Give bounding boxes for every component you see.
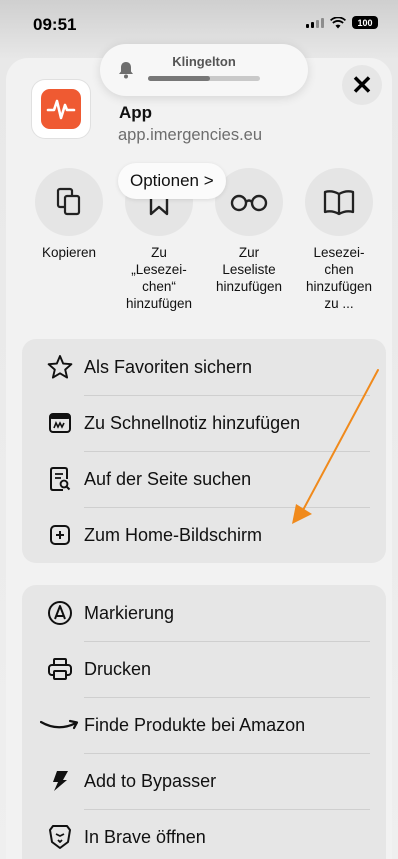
- cellular-signal-icon: [306, 17, 324, 28]
- menu-item-find-on-page[interactable]: Auf der Seite suchen: [22, 451, 386, 507]
- menu-item-label: In Brave öffnen: [84, 826, 206, 847]
- menu-item-quick-note[interactable]: Zu Schnellnotiz hinzufügen: [22, 395, 386, 451]
- menu-item-label: Finde Produkte bei Amazon: [84, 714, 306, 735]
- amazon-icon: [40, 719, 79, 730]
- menu-item-add-to-home-screen[interactable]: Zum Home-Bildschirm: [22, 507, 386, 563]
- copy-icon: [56, 187, 81, 216]
- find-in-page-icon: [50, 467, 71, 491]
- add-square-icon: [50, 525, 70, 545]
- menu-group-primary: Als Favoriten sichern Zu Schnellnotiz hi…: [22, 339, 386, 563]
- ringer-label: Klingelton: [172, 54, 236, 69]
- menu-item-label: Add to Bypasser: [84, 770, 217, 791]
- action-bookmark-to[interactable]: Lesezei- chen hinzufügen zu ...: [294, 168, 384, 312]
- quick-note-icon: [49, 413, 71, 433]
- app-name: App: [119, 103, 153, 122]
- share-sheet: App app.imergencies.eu ✕ Optionen > Kopi…: [6, 58, 392, 859]
- glasses-icon: [230, 194, 268, 212]
- ringer-volume-bar: [148, 76, 260, 81]
- menu-item-label: Markierung: [84, 602, 175, 623]
- menu-item-markup[interactable]: Markierung: [22, 585, 386, 641]
- menu-item-add-favorite[interactable]: Als Favoriten sichern: [22, 339, 386, 395]
- menu-item-label: Drucken: [84, 658, 152, 679]
- action-copy[interactable]: Kopieren: [24, 168, 114, 312]
- menu-item-amazon[interactable]: Finde Produkte bei Amazon: [22, 697, 386, 753]
- action-label: Kopieren: [41, 245, 97, 260]
- app-icon: [32, 80, 90, 138]
- battery-icon: 100: [352, 16, 378, 29]
- action-label: Zu „Lesezei- chen“ hinzufügen: [125, 245, 193, 311]
- menu-item-label: Zum Home-Bildschirm: [84, 524, 263, 545]
- bypasser-icon: [53, 771, 68, 791]
- status-time: 09:51: [33, 15, 77, 34]
- ringer-volume-fill: [148, 76, 210, 81]
- markup-icon: [48, 601, 72, 625]
- menu-item-label: Als Favoriten sichern: [84, 356, 253, 377]
- action-label: Zur Leseliste hinzufügen: [215, 245, 283, 294]
- book-icon: [323, 190, 355, 216]
- menu-item-print[interactable]: Drucken: [22, 641, 386, 697]
- menu-group-extensions: Markierung Drucken Finde Produkte bei Am…: [22, 585, 386, 859]
- menu-item-label: Zu Schnellnotiz hinzufügen: [84, 412, 301, 433]
- brave-icon: [49, 825, 71, 849]
- ringer-volume-hud: Klingelton: [100, 44, 308, 96]
- heartbeat-icon: [46, 99, 76, 120]
- printer-icon: [48, 658, 72, 680]
- close-icon: ✕: [351, 69, 373, 100]
- wifi-icon: [330, 16, 346, 28]
- action-label: Lesezei- chen hinzufügen zu ...: [305, 245, 373, 311]
- menu-item-brave[interactable]: In Brave öffnen: [22, 809, 386, 859]
- options-button[interactable]: Optionen >: [118, 163, 226, 199]
- status-bar: 09:51 100: [0, 0, 398, 40]
- app-url: app.imergencies.eu: [118, 126, 263, 144]
- menu-item-label: Auf der Seite suchen: [84, 468, 252, 489]
- star-icon: [47, 355, 73, 379]
- close-button[interactable]: ✕: [342, 65, 382, 105]
- menu-item-bypasser[interactable]: Add to Bypasser: [22, 753, 386, 809]
